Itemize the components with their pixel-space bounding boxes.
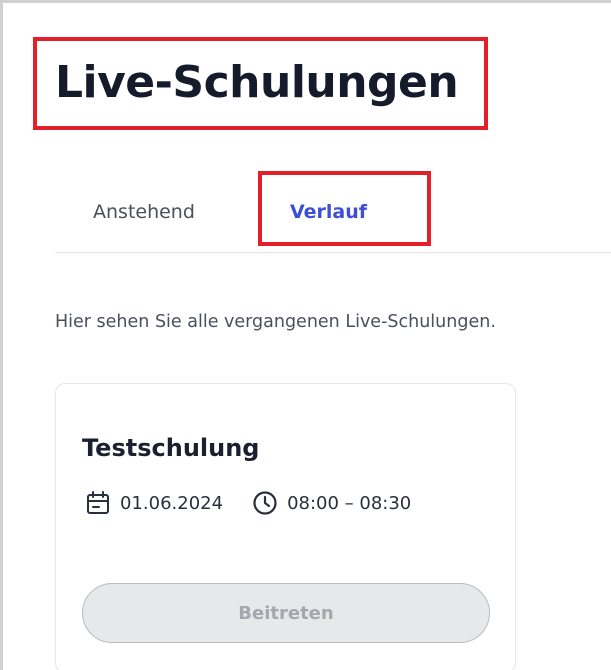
session-card: Testschulung 01.06.2024 08:00 – 08:30 Be… [55, 383, 516, 670]
session-time-group: 08:00 – 08:30 [251, 489, 411, 517]
join-button[interactable]: Beitreten [82, 583, 490, 643]
intro-text: Hier sehen Sie alle vergangenen Live-Sch… [55, 312, 496, 332]
tab-upcoming[interactable]: Anstehend [93, 199, 195, 225]
window-frame: Live-Schulungen Anstehend Verlauf Hier s… [0, 0, 611, 670]
session-time: 08:00 – 08:30 [287, 492, 412, 514]
title-highlight-box [33, 37, 488, 130]
calendar-icon [84, 489, 112, 517]
clock-icon [251, 489, 279, 517]
tab-highlight-box [258, 171, 431, 246]
session-date: 01.06.2024 [120, 492, 224, 514]
session-title: Testschulung [82, 434, 260, 462]
session-meta: 01.06.2024 08:00 – 08:30 [84, 488, 411, 518]
